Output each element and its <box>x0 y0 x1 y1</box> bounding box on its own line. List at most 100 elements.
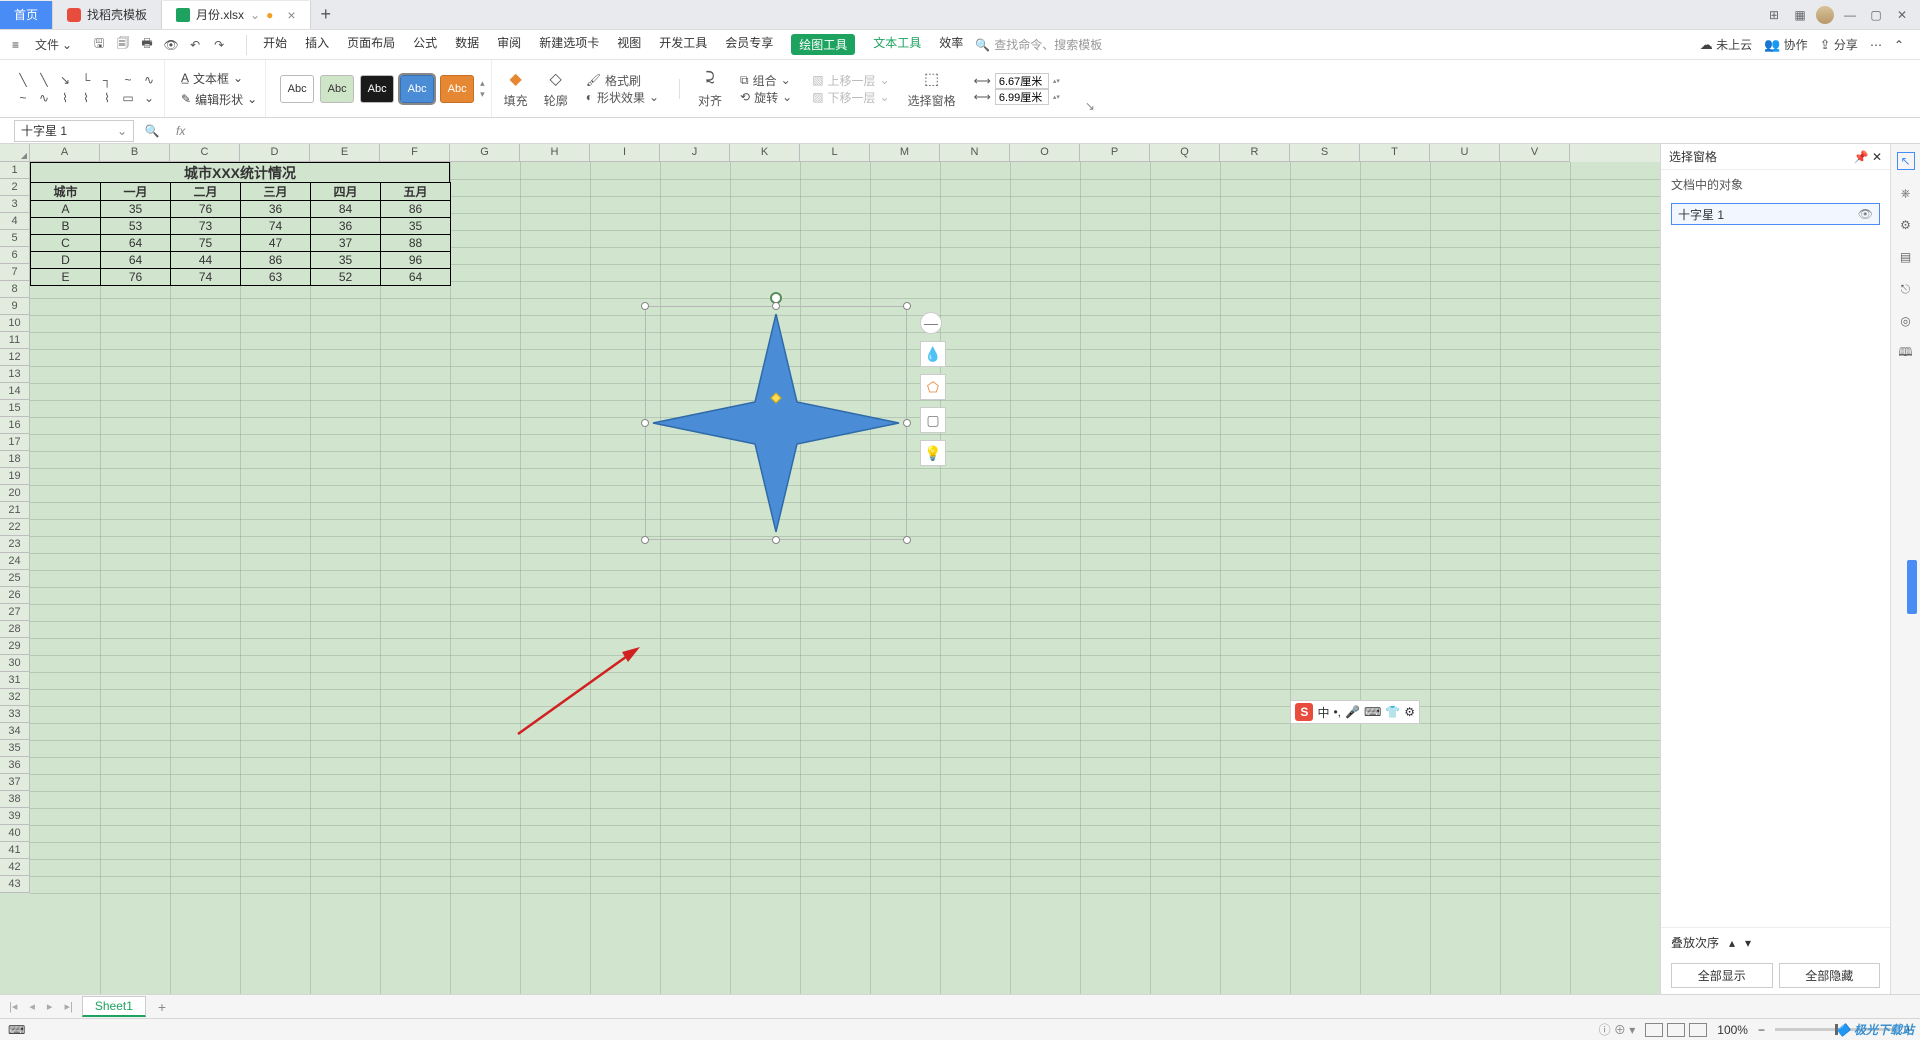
row-header[interactable]: 14 <box>0 383 30 400</box>
row-header[interactable]: 12 <box>0 349 30 366</box>
col-header[interactable]: A <box>30 144 100 162</box>
handle-tl[interactable] <box>641 302 649 310</box>
ime-keyboard-icon[interactable]: ⌨ <box>1364 705 1381 719</box>
prev-sheet-icon[interactable]: ◂ <box>26 1000 38 1013</box>
handle-bc[interactable] <box>772 536 780 544</box>
next-sheet-icon[interactable]: ▸ <box>44 1000 56 1013</box>
ime-settings-icon[interactable]: ⚙ <box>1404 705 1415 719</box>
col-header[interactable]: J <box>660 144 730 162</box>
curve-icon[interactable]: ~ <box>119 72 137 87</box>
tab-text-tools[interactable]: 文本工具 <box>873 34 921 55</box>
row-header[interactable]: 20 <box>0 485 30 502</box>
handle-tr[interactable] <box>903 302 911 310</box>
edit-shape-button[interactable]: ✎编辑形状⌄ <box>179 89 259 110</box>
apps-icon[interactable]: ▦ <box>1790 5 1810 25</box>
close-window-button[interactable]: ✕ <box>1892 5 1912 25</box>
col-header[interactable]: C <box>170 144 240 162</box>
rect-icon[interactable]: ▭ <box>119 90 137 105</box>
elbow-icon[interactable]: └ <box>77 72 95 87</box>
minimize-button[interactable]: — <box>1840 5 1860 25</box>
tab-drawing-tools[interactable]: 绘图工具 <box>791 34 855 55</box>
status-icon[interactable]: ⌨ <box>8 1023 25 1037</box>
style-4-selected[interactable]: Abc <box>400 75 434 103</box>
row-header[interactable]: 24 <box>0 553 30 570</box>
row-header[interactable]: 27 <box>0 604 30 621</box>
row-header[interactable]: 36 <box>0 757 30 774</box>
name-box[interactable]: 十字星 1⌄ <box>14 120 134 142</box>
row-header[interactable]: 32 <box>0 689 30 706</box>
handle-tc[interactable] <box>772 302 780 310</box>
col-header[interactable]: M <box>870 144 940 162</box>
zoom-out-icon[interactable]: − <box>1758 1023 1765 1037</box>
select-tool-icon[interactable]: ↖ <box>1897 152 1915 170</box>
shape-effect-button[interactable]: ◐形状效果⌄ <box>586 89 659 106</box>
row-header[interactable]: 15 <box>0 400 30 417</box>
selection-pane-button[interactable]: ⬚选择窗格 <box>904 68 960 109</box>
row-header[interactable]: 10 <box>0 315 30 332</box>
view-normal-icon[interactable] <box>1645 1023 1663 1037</box>
arrow-icon[interactable]: ↘ <box>56 72 74 87</box>
row-header[interactable]: 11 <box>0 332 30 349</box>
row-header[interactable]: 16 <box>0 417 30 434</box>
row-header[interactable]: 9 <box>0 298 30 315</box>
close-tab-icon[interactable]: × <box>287 7 295 23</box>
col-header[interactable]: I <box>590 144 660 162</box>
tab-insert[interactable]: 插入 <box>305 34 329 55</box>
tab-data[interactable]: 数据 <box>455 34 479 55</box>
style-1[interactable]: Abc <box>280 75 314 103</box>
tab-layout[interactable]: 页面布局 <box>347 34 395 55</box>
row-header[interactable]: 37 <box>0 774 30 791</box>
coop-button[interactable]: 👥 协作 <box>1764 36 1808 53</box>
styles-down-icon[interactable]: ▾ <box>480 89 485 100</box>
view-page-icon[interactable] <box>1667 1023 1685 1037</box>
row-header[interactable]: 26 <box>0 587 30 604</box>
row-header[interactable]: 28 <box>0 621 30 638</box>
format-brush-button[interactable]: 🖌格式刷 <box>586 72 659 89</box>
row-header[interactable]: 21 <box>0 502 30 519</box>
backup-icon[interactable]: ⎋ <box>1897 280 1915 298</box>
file-menu[interactable]: 文件⌄ <box>29 32 78 57</box>
zoom-cell-icon[interactable]: 🔍 <box>134 124 170 138</box>
star-shape-selection[interactable] <box>645 294 907 540</box>
send-back-button[interactable]: ▨下移一层⌄ <box>812 89 889 106</box>
row-header[interactable]: 6 <box>0 247 30 264</box>
tab-custom[interactable]: 新建选项卡 <box>539 34 599 55</box>
col-header[interactable]: O <box>1010 144 1080 162</box>
col-header[interactable]: Q <box>1150 144 1220 162</box>
view-break-icon[interactable] <box>1689 1023 1707 1037</box>
layers-icon[interactable]: ▤ <box>1897 248 1915 266</box>
redo-icon[interactable]: ↷ <box>212 38 226 52</box>
col-header[interactable]: K <box>730 144 800 162</box>
sheet-tab[interactable]: Sheet1 <box>82 996 146 1017</box>
collapse-ribbon-icon[interactable]: ⌃ <box>1894 38 1904 52</box>
add-sheet-button[interactable]: + <box>152 999 172 1015</box>
width-spinner[interactable]: ▴▾ <box>1053 77 1067 85</box>
first-sheet-icon[interactable]: |◂ <box>6 1000 20 1013</box>
misc-status-icon[interactable]: ⓘ ⊕ ▾ <box>1599 1021 1636 1038</box>
row-header[interactable]: 39 <box>0 808 30 825</box>
star-shape[interactable] <box>645 306 907 540</box>
maximize-button[interactable]: ▢ <box>1866 5 1886 25</box>
new-tab-button[interactable]: + <box>311 4 342 25</box>
collapse-button[interactable]: — <box>920 312 942 334</box>
style-5[interactable]: Abc <box>440 75 474 103</box>
free4-icon[interactable]: ⌇ <box>77 90 95 105</box>
col-header[interactable]: T <box>1360 144 1430 162</box>
free2-icon[interactable]: ∿ <box>35 90 53 105</box>
row-header[interactable]: 1 <box>0 162 30 179</box>
template-tab[interactable]: 找稻壳模板 <box>53 1 162 29</box>
row-header[interactable]: 34 <box>0 723 30 740</box>
style-2[interactable]: Abc <box>320 75 354 103</box>
cells-area[interactable]: 城市XXX统计情况 城市一月二月三月四月五月A3576368486B537374… <box>30 162 1660 994</box>
show-all-button[interactable]: 全部显示 <box>1671 963 1773 988</box>
eye-icon[interactable]: 👁 <box>1858 207 1873 221</box>
row-header[interactable]: 8 <box>0 281 30 298</box>
move-down-icon[interactable]: ▾ <box>1745 936 1751 950</box>
share-button[interactable]: ⇪ 分享 <box>1820 36 1858 53</box>
spreadsheet-grid[interactable]: ◢ ABCDEFGHIJKLMNOPQRSTUV 123456789101112… <box>0 144 1660 994</box>
ime-lang[interactable]: 中 <box>1317 704 1329 721</box>
row-header[interactable]: 38 <box>0 791 30 808</box>
location-icon[interactable]: ◎ <box>1897 312 1915 330</box>
free3-icon[interactable]: ⌇ <box>56 90 74 105</box>
ime-toolbar[interactable]: S 中 •, 🎤 ⌨ 👕 ⚙ <box>1290 700 1420 724</box>
